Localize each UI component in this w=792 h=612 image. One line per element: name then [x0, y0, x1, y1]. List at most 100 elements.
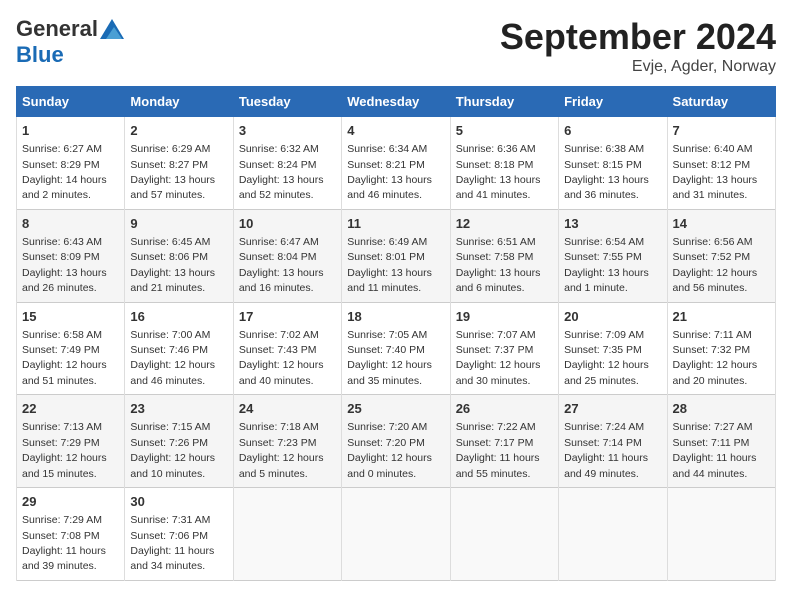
- day-cell: 22 Sunrise: 7:13 AMSunset: 7:29 PMDayligh…: [17, 395, 125, 488]
- header-friday: Friday: [559, 87, 667, 117]
- day-cell: [667, 488, 775, 581]
- day-cell: 19Sunrise: 7:07 AMSunset: 7:37 PMDayligh…: [450, 302, 558, 395]
- day-number: 21: [673, 308, 770, 326]
- day-info: Sunrise: 7:31 AMSunset: 7:06 PMDaylight:…: [130, 514, 214, 572]
- day-cell: 14 Sunrise: 6:56 AMSunset: 7:52 PMDayligh…: [667, 209, 775, 302]
- day-cell: 30 Sunrise: 7:31 AMSunset: 7:06 PMDayligh…: [125, 488, 233, 581]
- location: Evje, Agder, Norway: [500, 58, 776, 76]
- day-cell: 12 Sunrise: 6:51 AMSunset: 7:58 PMDayligh…: [450, 209, 558, 302]
- day-info: Sunrise: 6:29 AMSunset: 8:27 PMDaylight:…: [130, 143, 215, 201]
- day-info: Sunrise: 6:40 AMSunset: 8:12 PMDaylight:…: [673, 143, 758, 201]
- day-number: 28: [673, 400, 770, 418]
- week-row-4: 22 Sunrise: 7:13 AMSunset: 7:29 PMDayligh…: [17, 395, 776, 488]
- day-cell: [559, 488, 667, 581]
- day-info: Sunrise: 6:58 AMSunset: 7:49 PMDaylight:…: [22, 329, 107, 387]
- day-number: 10: [239, 215, 336, 233]
- day-info: Sunrise: 7:13 AMSunset: 7:29 PMDaylight:…: [22, 421, 107, 479]
- logo: General Blue: [16, 16, 124, 68]
- day-number: 9: [130, 215, 227, 233]
- day-cell: 13Sunrise: 6:54 AMSunset: 7:55 PMDayligh…: [559, 209, 667, 302]
- day-info: Sunrise: 6:34 AMSunset: 8:21 PMDaylight:…: [347, 143, 432, 201]
- header-tuesday: Tuesday: [233, 87, 341, 117]
- day-number: 27: [564, 400, 661, 418]
- calendar-table: SundayMondayTuesdayWednesdayThursdayFrid…: [16, 86, 776, 581]
- day-info: Sunrise: 7:11 AMSunset: 7:32 PMDaylight:…: [673, 329, 758, 387]
- day-cell: 4 Sunrise: 6:34 AMSunset: 8:21 PMDaylight…: [342, 117, 450, 210]
- day-number: 7: [673, 122, 770, 140]
- logo-icon: [100, 19, 124, 39]
- day-info: Sunrise: 7:24 AMSunset: 7:14 PMDaylight:…: [564, 421, 648, 479]
- day-number: 20: [564, 308, 661, 326]
- day-number: 19: [456, 308, 553, 326]
- title-section: September 2024 Evje, Agder, Norway: [500, 16, 776, 76]
- header-saturday: Saturday: [667, 87, 775, 117]
- day-number: 14: [673, 215, 770, 233]
- day-info: Sunrise: 7:29 AMSunset: 7:08 PMDaylight:…: [22, 514, 106, 572]
- day-info: Sunrise: 7:09 AMSunset: 7:35 PMDaylight:…: [564, 329, 649, 387]
- day-cell: 28 Sunrise: 7:27 AMSunset: 7:11 PMDayligh…: [667, 395, 775, 488]
- day-number: 2: [130, 122, 227, 140]
- day-cell: 7 Sunrise: 6:40 AMSunset: 8:12 PMDaylight…: [667, 117, 775, 210]
- day-number: 17: [239, 308, 336, 326]
- header-wednesday: Wednesday: [342, 87, 450, 117]
- day-number: 12: [456, 215, 553, 233]
- header-row: SundayMondayTuesdayWednesdayThursdayFrid…: [17, 87, 776, 117]
- day-cell: 3 Sunrise: 6:32 AMSunset: 8:24 PMDaylight…: [233, 117, 341, 210]
- day-cell: 23 Sunrise: 7:15 AMSunset: 7:26 PMDayligh…: [125, 395, 233, 488]
- day-info: Sunrise: 7:27 AMSunset: 7:11 PMDaylight:…: [673, 421, 757, 479]
- day-number: 22: [22, 400, 119, 418]
- day-number: 23: [130, 400, 227, 418]
- day-number: 8: [22, 215, 119, 233]
- day-cell: 21 Sunrise: 7:11 AMSunset: 7:32 PMDayligh…: [667, 302, 775, 395]
- day-info: Sunrise: 6:32 AMSunset: 8:24 PMDaylight:…: [239, 143, 324, 201]
- day-info: Sunrise: 6:56 AMSunset: 7:52 PMDaylight:…: [673, 236, 758, 294]
- day-info: Sunrise: 7:18 AMSunset: 7:23 PMDaylight:…: [239, 421, 324, 479]
- week-row-1: 1 Sunrise: 6:27 AMSunset: 8:29 PMDaylight…: [17, 117, 776, 210]
- day-number: 15: [22, 308, 119, 326]
- day-cell: 1 Sunrise: 6:27 AMSunset: 8:29 PMDaylight…: [17, 117, 125, 210]
- month-title: September 2024: [500, 16, 776, 58]
- day-number: 4: [347, 122, 444, 140]
- day-number: 3: [239, 122, 336, 140]
- day-info: Sunrise: 7:20 AMSunset: 7:20 PMDaylight:…: [347, 421, 432, 479]
- day-info: Sunrise: 7:22 AMSunset: 7:17 PMDaylight:…: [456, 421, 540, 479]
- day-number: 18: [347, 308, 444, 326]
- day-cell: 2 Sunrise: 6:29 AMSunset: 8:27 PMDaylight…: [125, 117, 233, 210]
- day-cell: 25 Sunrise: 7:20 AMSunset: 7:20 PMDayligh…: [342, 395, 450, 488]
- day-number: 29: [22, 493, 119, 511]
- logo-blue-text: Blue: [16, 42, 64, 68]
- week-row-2: 8 Sunrise: 6:43 AMSunset: 8:09 PMDaylight…: [17, 209, 776, 302]
- header-sunday: Sunday: [17, 87, 125, 117]
- day-number: 26: [456, 400, 553, 418]
- day-info: Sunrise: 6:27 AMSunset: 8:29 PMDaylight:…: [22, 143, 107, 201]
- header-thursday: Thursday: [450, 87, 558, 117]
- day-cell: [342, 488, 450, 581]
- day-cell: 20 Sunrise: 7:09 AMSunset: 7:35 PMDayligh…: [559, 302, 667, 395]
- day-cell: 8 Sunrise: 6:43 AMSunset: 8:09 PMDaylight…: [17, 209, 125, 302]
- day-number: 30: [130, 493, 227, 511]
- day-cell: 29 Sunrise: 7:29 AMSunset: 7:08 PMDayligh…: [17, 488, 125, 581]
- day-number: 13: [564, 215, 661, 233]
- week-row-3: 15 Sunrise: 6:58 AMSunset: 7:49 PMDayligh…: [17, 302, 776, 395]
- day-number: 1: [22, 122, 119, 140]
- page-header: General Blue September 2024 Evje, Agder,…: [16, 16, 776, 76]
- day-info: Sunrise: 7:02 AMSunset: 7:43 PMDaylight:…: [239, 329, 324, 387]
- day-cell: 18 Sunrise: 7:05 AMSunset: 7:40 PMDayligh…: [342, 302, 450, 395]
- day-number: 16: [130, 308, 227, 326]
- week-row-5: 29 Sunrise: 7:29 AMSunset: 7:08 PMDayligh…: [17, 488, 776, 581]
- day-info: Sunrise: 6:51 AMSunset: 7:58 PMDaylight:…: [456, 236, 541, 294]
- day-info: Sunrise: 6:43 AMSunset: 8:09 PMDaylight:…: [22, 236, 107, 294]
- day-cell: 9Sunrise: 6:45 AMSunset: 8:06 PMDaylight…: [125, 209, 233, 302]
- day-info: Sunrise: 7:15 AMSunset: 7:26 PMDaylight:…: [130, 421, 215, 479]
- day-info: Sunrise: 6:36 AMSunset: 8:18 PMDaylight:…: [456, 143, 541, 201]
- day-number: 5: [456, 122, 553, 140]
- day-info: Sunrise: 7:05 AMSunset: 7:40 PMDaylight:…: [347, 329, 432, 387]
- day-info: Sunrise: 7:00 AMSunset: 7:46 PMDaylight:…: [130, 329, 215, 387]
- day-number: 25: [347, 400, 444, 418]
- day-info: Sunrise: 6:47 AMSunset: 8:04 PMDaylight:…: [239, 236, 324, 294]
- day-cell: 16 Sunrise: 7:00 AMSunset: 7:46 PMDayligh…: [125, 302, 233, 395]
- day-number: 24: [239, 400, 336, 418]
- day-number: 6: [564, 122, 661, 140]
- logo-general-text: General: [16, 16, 98, 42]
- day-cell: 6Sunrise: 6:38 AMSunset: 8:15 PMDaylight…: [559, 117, 667, 210]
